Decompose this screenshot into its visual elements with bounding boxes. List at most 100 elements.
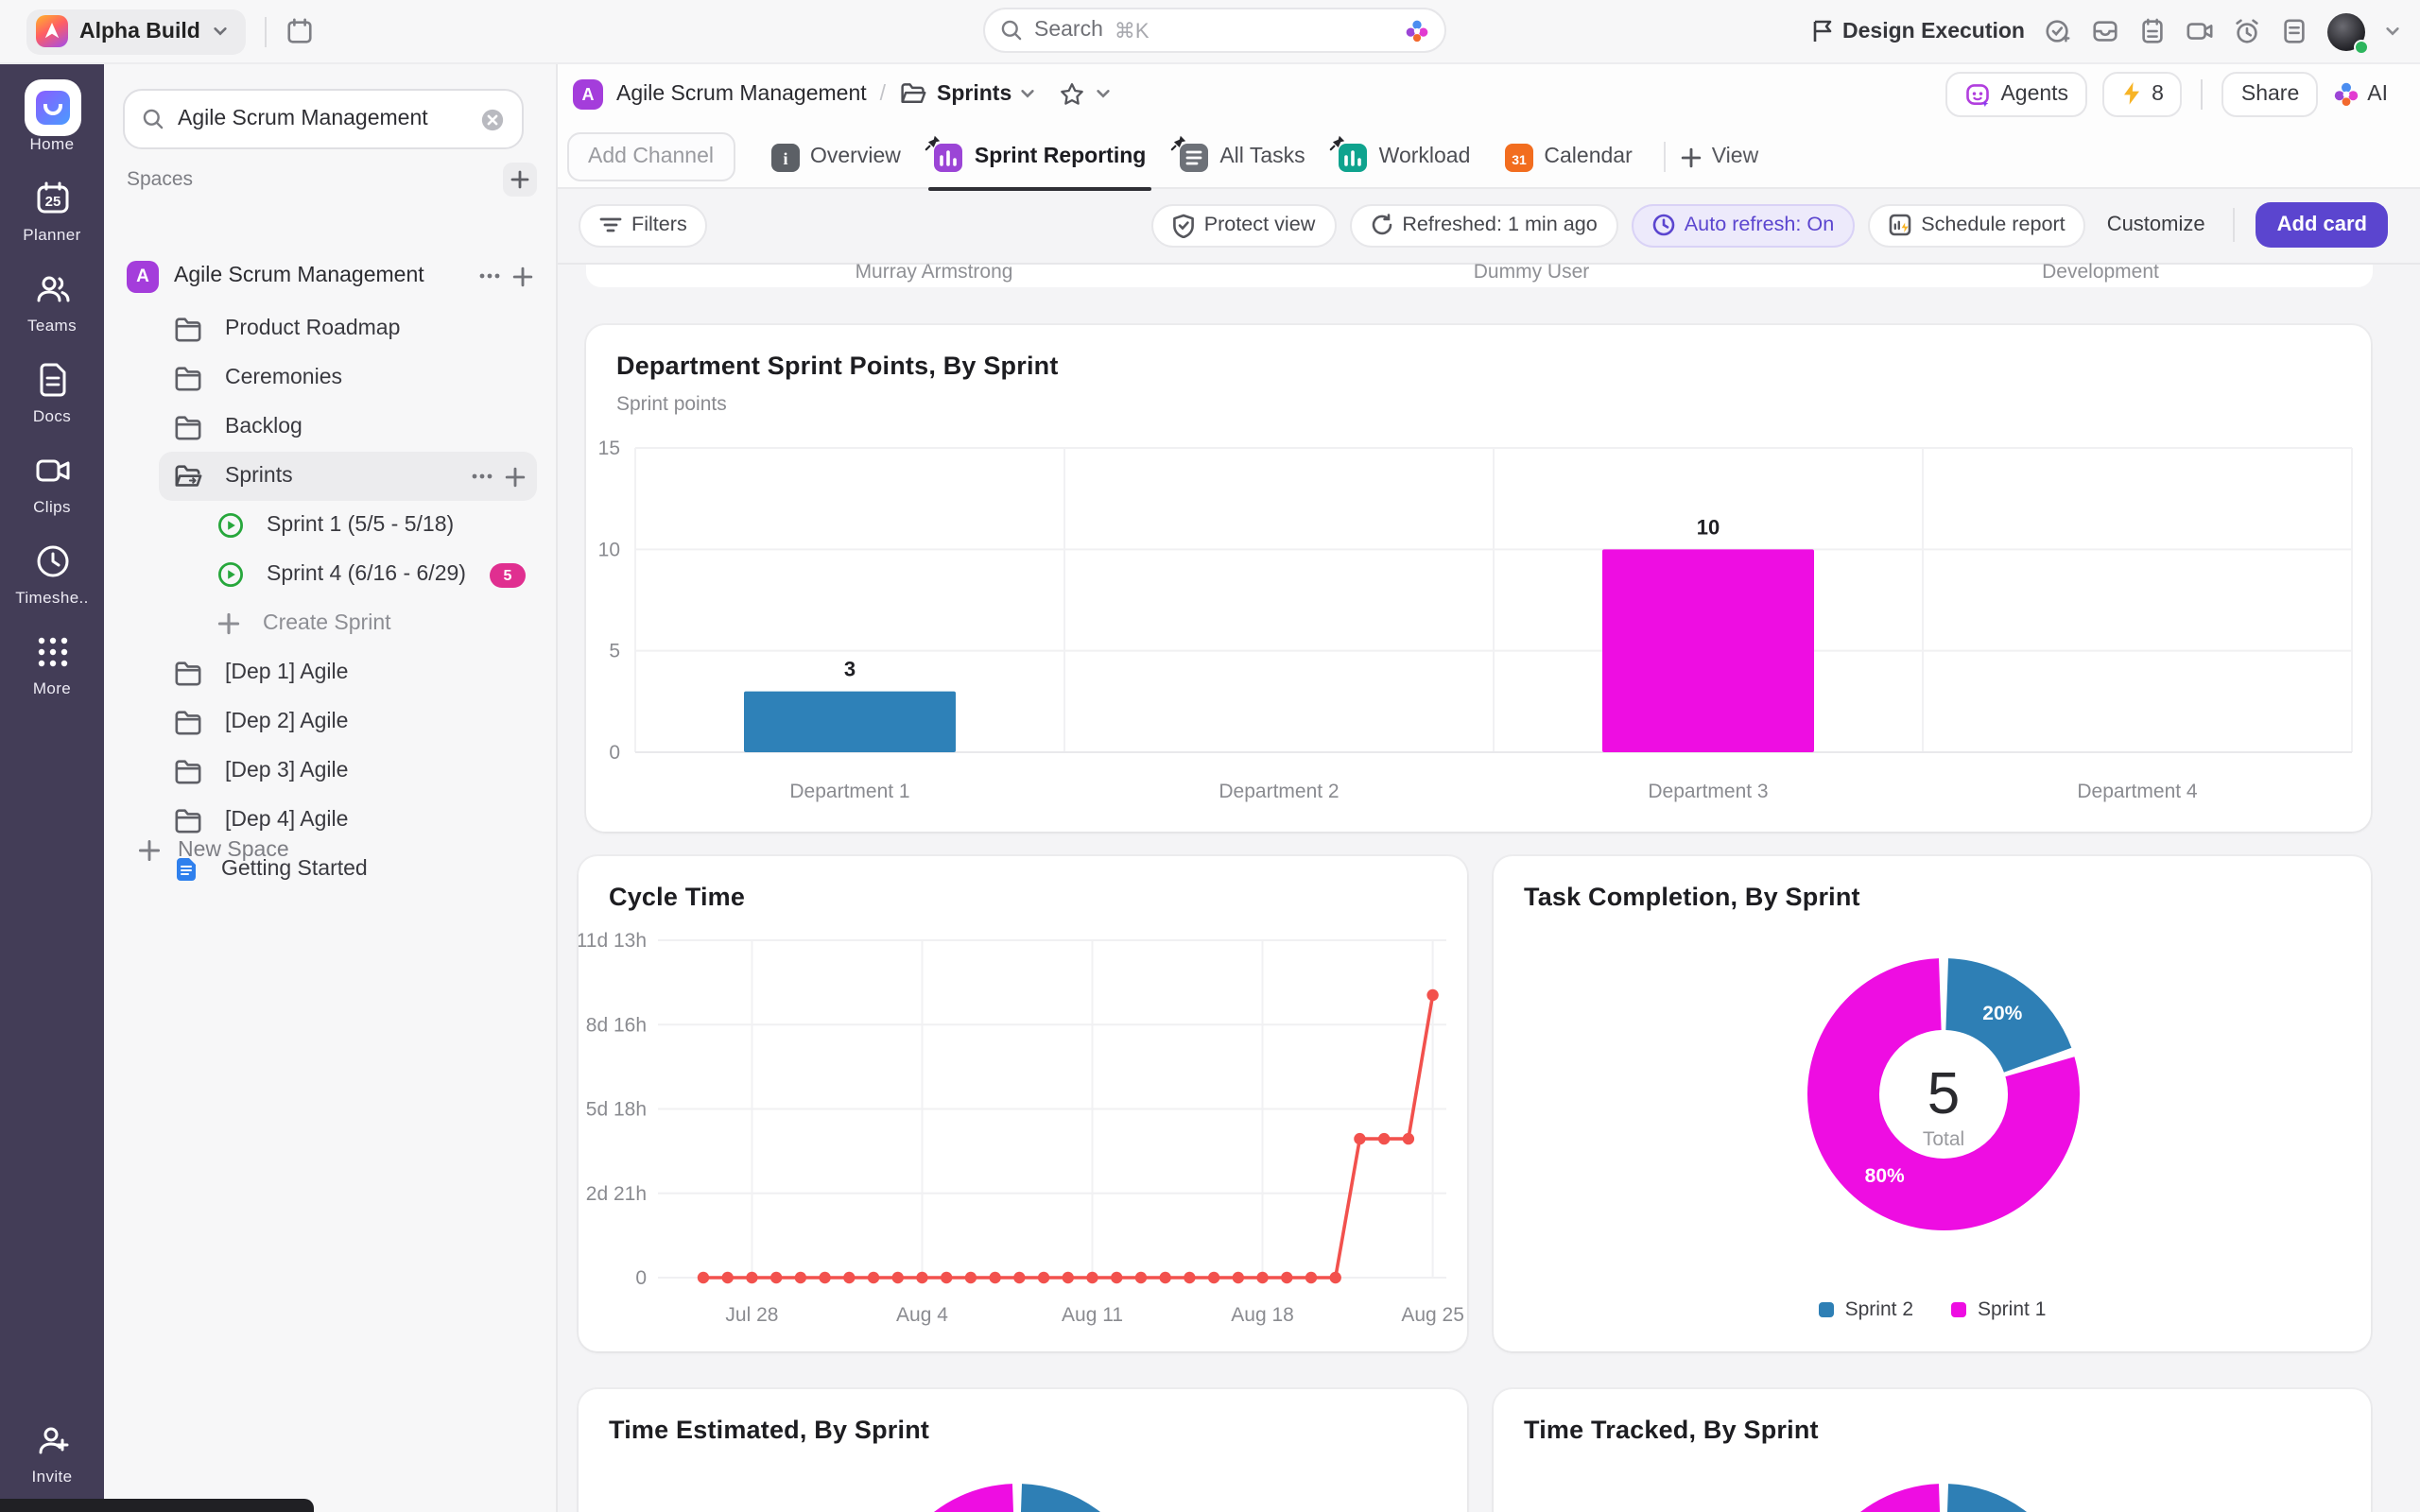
rail-item-more[interactable]: More xyxy=(0,631,104,697)
search-icon xyxy=(143,109,164,129)
credits-button[interactable]: 8 xyxy=(2102,71,2183,116)
status-flag[interactable]: Design Execution xyxy=(1810,19,2025,43)
share-button[interactable]: Share xyxy=(2221,71,2319,116)
rail-item-home[interactable]: Home xyxy=(0,79,104,153)
folder-icon xyxy=(174,807,202,833)
customize-button[interactable]: Customize xyxy=(2107,214,2205,236)
tab-workload[interactable]: Workload xyxy=(1322,125,1488,189)
global-search-input[interactable]: Search ⌘K xyxy=(983,8,1446,53)
ai-button[interactable]: AI xyxy=(2333,80,2388,107)
new-space-button[interactable]: New Space xyxy=(138,839,289,862)
folder-icon xyxy=(174,709,202,735)
sidebar-item-ceremonies[interactable]: Ceremonies xyxy=(159,353,537,403)
breadcrumb: A Agile Scrum Management / Sprints Agent… xyxy=(558,62,2420,125)
notes-doc-icon[interactable] xyxy=(2280,17,2308,45)
time-tracked-card[interactable]: Time Tracked, By Sprint xyxy=(1494,1389,2371,1512)
rail-item-docs[interactable]: Docs xyxy=(0,359,104,425)
sidebar-item-sprint-4-6-16-6-29[interactable]: Sprint 4 (6/16 - 6/29) 5 xyxy=(202,550,537,599)
tab-calendar[interactable]: 31 Calendar xyxy=(1487,125,1649,189)
tab-all-tasks[interactable]: All Tasks xyxy=(1163,125,1322,189)
refreshed-button[interactable]: Refreshed: 1 min ago xyxy=(1349,203,1618,247)
sidebar-item-label: Create Sprint xyxy=(263,612,391,635)
sidebar-item-label: Sprint 1 (5/5 - 5/18) xyxy=(267,514,455,537)
chevron-down-icon[interactable] xyxy=(2384,23,2401,40)
sidebar-item-label: Sprint 4 (6/16 - 6/29) xyxy=(267,563,466,586)
donut-chart-card[interactable]: Task Completion, By Sprint 20% 80% 5 Total … xyxy=(1494,856,2371,1351)
chevron-down-icon[interactable] xyxy=(1095,85,1112,102)
add-card-button[interactable]: Add card xyxy=(2256,202,2388,248)
task-check-icon[interactable] xyxy=(2044,17,2072,45)
agent-icon xyxy=(1966,83,1990,107)
svg-text:3: 3 xyxy=(844,658,856,681)
clear-search-icon[interactable] xyxy=(480,107,505,131)
svg-text:10: 10 xyxy=(598,539,620,560)
clipboard-icon[interactable] xyxy=(2138,17,2167,45)
user-avatar[interactable] xyxy=(2327,12,2369,54)
agents-button[interactable]: Agents xyxy=(1945,71,2088,116)
workspace-switcher[interactable]: Alpha Build xyxy=(26,9,246,54)
chart-legend: Sprint 2 Sprint 1 xyxy=(1494,1298,2371,1321)
bar-chart: 0 5 10 15 3 Department 1 Department 2 10 Departm… xyxy=(598,438,2353,802)
legend-item-sprint-1[interactable]: Sprint 1 xyxy=(1951,1298,2046,1321)
folder-open-icon xyxy=(174,463,202,490)
sidebar-space-item[interactable]: A Agile Scrum Management xyxy=(119,251,541,301)
agents-label: Agents xyxy=(2000,82,2069,105)
plus-icon xyxy=(1682,146,1702,167)
rail-item-clips[interactable]: Clips xyxy=(0,450,104,516)
bar-chart-card[interactable]: Department Sprint Points, By Sprint Spri… xyxy=(586,325,2371,832)
inbox-icon[interactable] xyxy=(2091,17,2119,45)
sidebar-item-sprints[interactable]: Sprints xyxy=(159,452,537,501)
tab-label: Overview xyxy=(810,146,901,168)
sidebar-item-product-roadmap[interactable]: Product Roadmap xyxy=(159,304,537,353)
sidebar-search-input[interactable]: Agile Scrum Management xyxy=(123,89,524,149)
tab-sprint-reporting[interactable]: Sprint Reporting xyxy=(918,125,1163,191)
sidebar-item-sprint-1-5-5-5-18[interactable]: Sprint 1 (5/5 - 5/18) xyxy=(202,501,537,550)
sidebar-item-dep-1-agile[interactable]: [Dep 1] Agile xyxy=(159,648,537,697)
clips-camera-icon[interactable] xyxy=(2186,17,2214,45)
svg-text:10: 10 xyxy=(1697,515,1720,539)
clips-video-icon xyxy=(33,450,71,491)
space-avatar: A xyxy=(127,260,159,292)
add-space-button[interactable] xyxy=(503,163,537,197)
line-chart-card[interactable]: Cycle Time 0 2d 21h 5d 18h 8d 16h 11d 13h Jul… xyxy=(579,856,1467,1351)
alarm-clock-icon[interactable] xyxy=(2233,17,2261,45)
sidebar-item-dep-3-agile[interactable]: [Dep 3] Agile xyxy=(159,747,537,796)
dashboard-toolbar: Filters Protect view Refreshed: 1 min ag… xyxy=(579,202,2388,248)
tab-overview[interactable]: i Overview xyxy=(753,125,918,189)
svg-text:i: i xyxy=(782,148,786,167)
legend-swatch xyxy=(1818,1302,1834,1317)
new-space-label: New Space xyxy=(178,839,289,862)
sidebar-item-dep-2-agile[interactable]: [Dep 2] Agile xyxy=(159,697,537,747)
plus-icon[interactable] xyxy=(512,266,533,286)
add-channel-button[interactable]: Add Channel xyxy=(567,132,735,181)
flag-icon xyxy=(1812,20,1831,42)
auto-refresh-toggle[interactable]: Auto refresh: On xyxy=(1631,203,1856,247)
view-tabs: Add Channel i Overview Sprint Reporting … xyxy=(558,125,2420,191)
chevron-down-icon[interactable] xyxy=(1019,85,1036,102)
space-avatar: A xyxy=(573,78,603,109)
ellipsis-icon[interactable] xyxy=(478,272,501,280)
sidebar: Agile Scrum Management Spaces A Agile Sc… xyxy=(104,62,558,1512)
star-icon[interactable] xyxy=(1059,80,1085,107)
workspace-name: Alpha Build xyxy=(79,20,200,43)
add-view-button[interactable]: View xyxy=(1682,146,1758,168)
legend-item-sprint-2[interactable]: Sprint 2 xyxy=(1818,1298,1913,1321)
filters-button[interactable]: Filters xyxy=(579,203,708,247)
sidebar-item-backlog[interactable]: Backlog xyxy=(159,403,537,452)
schedule-report-button[interactable]: Schedule report xyxy=(1868,203,2086,247)
legend-label: Sprint 2 xyxy=(1844,1298,1913,1321)
rail-item-teams[interactable]: Teams xyxy=(0,268,104,335)
breadcrumb-view[interactable]: Sprints xyxy=(937,82,1011,105)
sidebar-item-dep-4-agile[interactable]: [Dep 4] Agile xyxy=(159,796,537,845)
time-estimated-card[interactable]: Time Estimated, By Sprint xyxy=(579,1389,1467,1512)
sidebar-item-create-sprint[interactable]: Create Sprint xyxy=(202,599,537,648)
chevron-down-icon xyxy=(214,27,227,36)
rail-item-invite[interactable]: Invite xyxy=(0,1419,104,1486)
svg-text:5d 18h: 5d 18h xyxy=(586,1099,647,1121)
ai-flower-icon[interactable] xyxy=(1405,18,1429,43)
protect-view-button[interactable]: Protect view xyxy=(1150,203,1337,247)
calendar-icon[interactable] xyxy=(285,17,314,45)
breadcrumb-space[interactable]: Agile Scrum Management xyxy=(616,82,867,105)
rail-item-timeshe[interactable]: Timeshe.. xyxy=(0,541,104,607)
rail-item-planner[interactable]: 25 Planner xyxy=(0,178,104,244)
